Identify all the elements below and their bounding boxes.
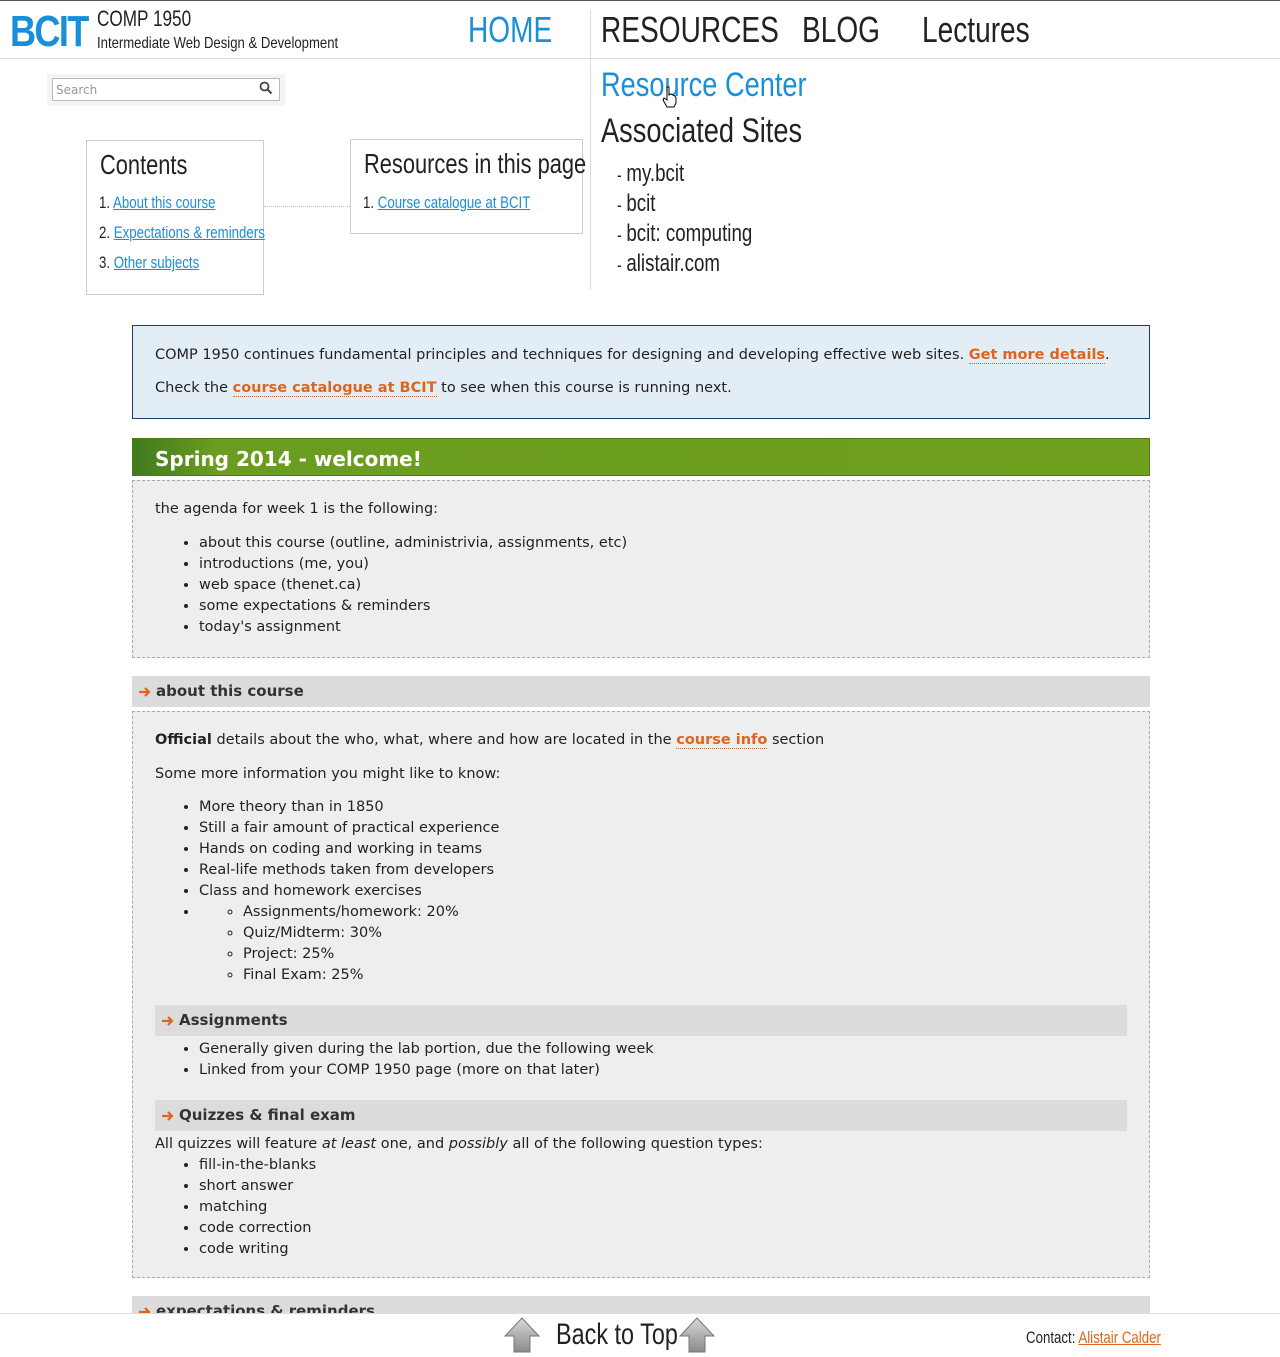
nav-resources[interactable]: RESOURCES [601, 9, 779, 51]
intro-line-2: Check the course catalogue at BCIT to se… [155, 380, 732, 397]
list-item: today's assignment [199, 617, 627, 638]
list-item: - alistair.com [617, 250, 720, 277]
welcome-banner: Spring 2014 - welcome! [132, 438, 1150, 476]
back-to-top-link[interactable]: Back to Top [556, 1318, 678, 1352]
agenda-panel: the agenda for week 1 is the following: … [132, 480, 1150, 658]
list-item: some expectations & reminders [199, 596, 627, 617]
intro-box: COMP 1950 continues fundamental principl… [132, 325, 1150, 419]
course-subtitle: Intermediate Web Design & Development [97, 35, 339, 52]
list-item: Hands on coding and working in teams [199, 839, 499, 860]
quizzes-paragraph: All quizzes will feature at least one, a… [155, 1136, 763, 1152]
arrow-right-icon [162, 1016, 174, 1026]
get-more-details-link[interactable]: Get more details [968, 347, 1106, 364]
more-info-text: Some more information you might like to … [155, 766, 501, 782]
nav-lectures[interactable]: Lectures [922, 9, 1030, 51]
list-item: about this course (outline, administrivi… [199, 533, 627, 554]
assignments-header: Assignments [155, 1005, 1127, 1036]
search-container [47, 74, 285, 106]
list-item: Still a fair amount of practical experie… [199, 818, 499, 839]
resources-title: Resources in this page [364, 148, 587, 179]
nav-home[interactable]: HOME [468, 9, 552, 51]
search-icon[interactable] [259, 81, 273, 95]
about-panel: Official details about the who, what, wh… [132, 711, 1150, 1278]
question-types-list: fill-in-the-blanks short answer matching… [199, 1155, 316, 1260]
course-info-link[interactable]: course info [676, 732, 768, 749]
list-item: Generally given during the lab portion, … [199, 1039, 654, 1060]
list-item: Quiz/Midterm: 30% [243, 923, 499, 944]
bcit-logo[interactable]: BCIT [10, 7, 89, 57]
list-item: - bcit: computing [617, 220, 753, 247]
quizzes-title: Quizzes & final exam [179, 1106, 356, 1124]
welcome-title: Spring 2014 - welcome! [155, 447, 422, 471]
contents-link-expectations[interactable]: Expectations & reminders [114, 223, 265, 242]
list-item: short answer [199, 1176, 316, 1197]
list-item: fill-in-the-blanks [199, 1155, 316, 1176]
list-item: Assignments/homework: 20% Quiz/Midterm: … [199, 902, 499, 983]
list-item: introductions (me, you) [199, 554, 627, 575]
agenda-list: about this course (outline, administrivi… [199, 533, 627, 638]
list-item: More theory than in 1850 [199, 797, 499, 818]
contents-box: Contents 1. About this course 2. Expecta… [86, 140, 265, 295]
official-paragraph: Official details about the who, what, wh… [155, 732, 825, 749]
site-footer: Back to Top Contact: Alistair Calder [0, 1313, 1280, 1357]
arrow-right-icon [162, 1111, 174, 1121]
course-catalogue-link[interactable]: course catalogue at BCIT [232, 380, 437, 397]
list-item: matching [199, 1197, 316, 1218]
associated-sites-list: - my.bcit - bcit - bcit: computing - alistai… [617, 160, 752, 280]
list-item: Linked from your COMP 1950 page (more on… [199, 1060, 654, 1081]
contact-info: Contact: Alistair Calder [1026, 1328, 1161, 1347]
list-item: code correction [199, 1218, 316, 1239]
connector-line [264, 206, 350, 207]
agenda-intro: the agenda for week 1 is the following: [155, 501, 439, 517]
about-section-title: about this course [156, 682, 304, 700]
associated-sites-title: Associated Sites [601, 112, 803, 150]
list-item: 1. About this course [99, 193, 216, 212]
list-item: 2. Expectations & reminders [99, 223, 265, 242]
site-link-computing[interactable]: bcit: computing [626, 220, 752, 247]
quizzes-header: Quizzes & final exam [155, 1100, 1127, 1131]
contact-link[interactable]: Alistair Calder [1078, 1328, 1161, 1347]
site-header: BCIT COMP 1950 Intermediate Web Design &… [0, 0, 1280, 59]
up-arrow-icon[interactable] [678, 1316, 716, 1356]
list-item: web space (thenet.ca) [199, 575, 627, 596]
list-item: code writing [199, 1239, 316, 1260]
contents-link-other[interactable]: Other subjects [114, 253, 199, 272]
nav-blog[interactable]: BLOG [802, 9, 880, 51]
list-item: Project: 25% [243, 944, 499, 965]
contents-link-about[interactable]: About this course [113, 193, 215, 212]
contents-list: 1. About this course 2. Expectations & r… [99, 193, 265, 283]
about-section-header[interactable]: about this course [132, 676, 1150, 707]
course-points-list: More theory than in 1850 Still a fair am… [199, 797, 499, 983]
intro-line-1: COMP 1950 continues fundamental principl… [155, 347, 1110, 364]
list-item: Class and homework exercises [199, 881, 499, 902]
resources-list: 1. Course catalogue at BCIT [363, 193, 530, 223]
up-arrow-icon[interactable] [503, 1316, 541, 1356]
assignments-title: Assignments [179, 1011, 288, 1029]
column-divider [590, 10, 591, 290]
list-item: - bcit [617, 190, 656, 217]
resources-box: Resources in this page 1. Course catalog… [350, 139, 587, 234]
search-input[interactable] [52, 78, 280, 101]
site-link-alistair[interactable]: alistair.com [626, 250, 720, 277]
list-item: 3. Other subjects [99, 253, 200, 272]
course-code: COMP 1950 [97, 6, 192, 31]
list-item: - my.bcit [617, 160, 685, 187]
list-item: 1. Course catalogue at BCIT [363, 193, 531, 212]
list-item: Real-life methods taken from developers [199, 860, 499, 881]
grading-list: Assignments/homework: 20% Quiz/Midterm: … [243, 902, 499, 986]
arrow-right-icon [139, 687, 151, 697]
list-item: Final Exam: 25% [243, 965, 499, 986]
contents-title: Contents [100, 149, 188, 180]
site-link-bcit[interactable]: bcit [626, 190, 655, 217]
resource-center-link[interactable]: Resource Center [601, 66, 807, 105]
hand-cursor-icon [662, 86, 677, 108]
list-item: Assignments/homework: 20% [243, 902, 499, 923]
site-link-mybcit[interactable]: my.bcit [626, 160, 684, 187]
resources-link-catalogue[interactable]: Course catalogue at BCIT [378, 193, 531, 212]
assignments-list: Generally given during the lab portion, … [199, 1039, 654, 1081]
